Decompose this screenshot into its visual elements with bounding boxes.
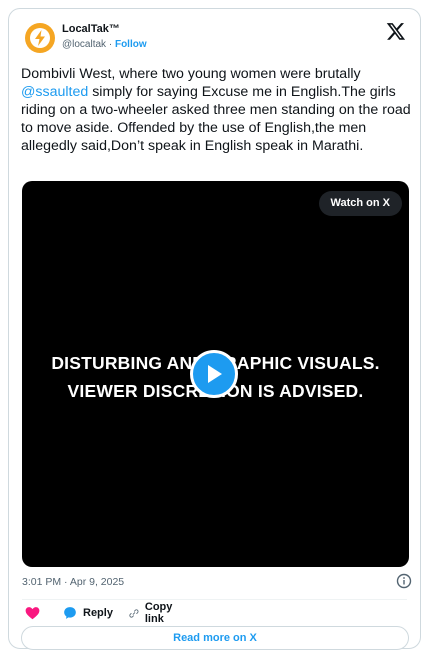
- play-icon: [208, 365, 222, 383]
- play-button[interactable]: [190, 350, 238, 398]
- follow-link[interactable]: Follow: [115, 39, 147, 50]
- heart-icon: [25, 607, 40, 620]
- embedded-tweet-card: LocalTak™ @localtak · Follow Dombivli We…: [8, 8, 421, 650]
- account-names: LocalTak™ @localtak · Follow: [62, 22, 147, 52]
- mention-link[interactable]: @ssaulted: [21, 84, 88, 100]
- watch-on-x-button[interactable]: Watch on X: [318, 191, 402, 216]
- account-handle[interactable]: @localtak: [62, 39, 106, 50]
- separator-dot: ·: [108, 39, 113, 50]
- read-more-button[interactable]: Read more on X: [21, 626, 409, 650]
- reply-label: Reply: [83, 607, 113, 619]
- handle-row: @localtak · Follow: [62, 37, 147, 52]
- divider: [22, 599, 407, 600]
- display-name[interactable]: LocalTak™: [62, 22, 147, 37]
- copy-link-button[interactable]: Copy link: [129, 601, 178, 625]
- lightning-logo-icon: [30, 28, 50, 48]
- copy-link-label: Copy link: [144, 601, 173, 625]
- x-logo-icon[interactable]: [386, 21, 406, 41]
- avatar[interactable]: [25, 23, 55, 53]
- tweet-text-part-1: Dombivli West, where two young women wer…: [21, 66, 361, 82]
- like-button[interactable]: [25, 605, 40, 621]
- reply-bubble-icon: [64, 607, 76, 619]
- tweet-timestamp[interactable]: 3:01 PM · Apr 9, 2025: [22, 576, 124, 588]
- reply-button[interactable]: Reply: [63, 605, 113, 621]
- tweet-text: Dombivli West, where two young women wer…: [21, 65, 413, 155]
- info-icon[interactable]: [396, 573, 412, 589]
- link-icon: [129, 608, 139, 618]
- video-player[interactable]: Watch on X DISTURBING AND GRAPHIC VISUAL…: [22, 181, 409, 567]
- tweet-header: LocalTak™ @localtak · Follow: [22, 21, 408, 57]
